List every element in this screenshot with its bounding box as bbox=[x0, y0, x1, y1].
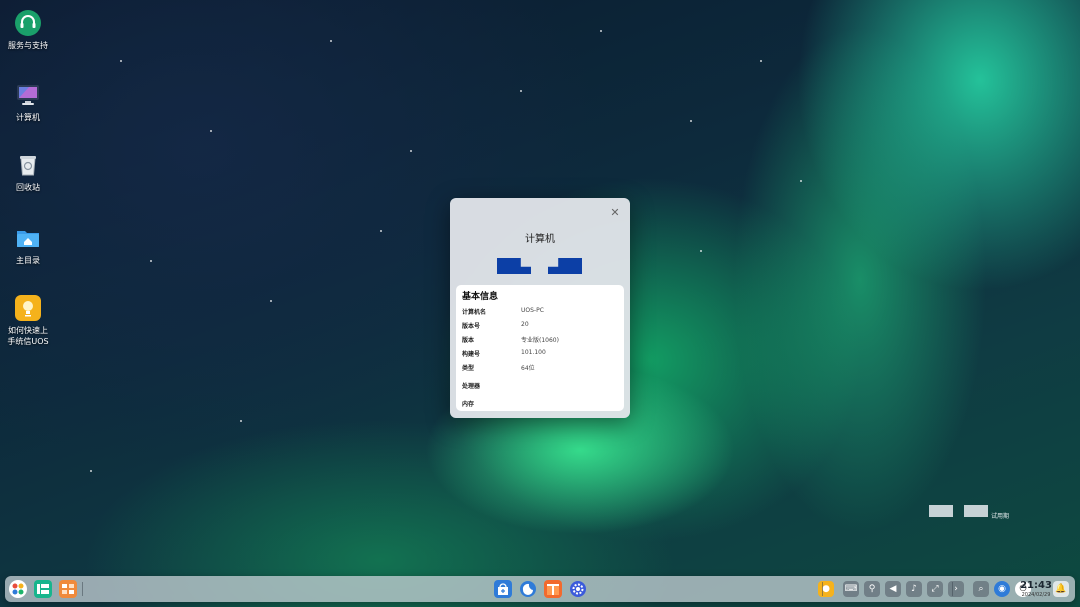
computer-monitor-icon bbox=[15, 82, 41, 108]
sound-output-button[interactable]: ◀ bbox=[885, 581, 901, 597]
taskbar-separator bbox=[952, 582, 953, 596]
speaker-icon: ◀ bbox=[889, 584, 897, 594]
desktop-item-label: 回收站 bbox=[16, 183, 40, 192]
assistant-button[interactable]: ◉ bbox=[994, 581, 1010, 597]
launcher-icon bbox=[12, 583, 24, 595]
info-value: 101.100 bbox=[521, 349, 546, 356]
package-icon bbox=[547, 584, 559, 595]
search-icon: ⌕ bbox=[978, 584, 984, 594]
info-key: 计算机名 bbox=[462, 309, 487, 316]
home-folder-icon bbox=[15, 225, 41, 251]
desktop-item-home[interactable]: 主目录 bbox=[0, 225, 56, 266]
launcher-button[interactable] bbox=[9, 580, 27, 598]
info-value: 20 bbox=[521, 321, 529, 328]
info-value: 64位 bbox=[521, 365, 535, 372]
info-value: 专业版(1060) bbox=[521, 337, 559, 344]
desktop-item-trash[interactable]: 回收站 bbox=[0, 152, 56, 193]
desktop-item-label: 主目录 bbox=[16, 256, 40, 265]
chevron-right-icon: › bbox=[954, 584, 958, 594]
section-title: 基本信息 bbox=[462, 292, 499, 302]
usb-button[interactable]: ⚲ bbox=[864, 581, 880, 597]
search-button[interactable]: ⌕ bbox=[973, 581, 989, 597]
desktop-item-support[interactable]: 服务与支持 bbox=[0, 10, 56, 51]
taskbar: ● ⌨ ⚲ ◀ ♪ ⤢ › ⌕ ◉ ⏻ 21:43 2024/02/29 🔔 bbox=[5, 576, 1075, 602]
multitask-view-icon bbox=[37, 584, 49, 594]
keyboard-button[interactable]: ⌨ bbox=[843, 581, 859, 597]
desktop-item-label: 如何快速上 手统信UOS bbox=[7, 326, 49, 346]
info-value: UOS-PC bbox=[521, 307, 544, 314]
close-icon: ✕ bbox=[610, 206, 620, 219]
tray-expand-button[interactable]: › bbox=[948, 581, 964, 597]
info-key: 构建号 bbox=[462, 351, 481, 358]
uos-logo-left-icon bbox=[497, 258, 531, 274]
volume-icon: ♪ bbox=[911, 584, 917, 594]
browser-button[interactable] bbox=[519, 580, 537, 598]
info-key: 处理器 bbox=[462, 383, 481, 390]
volume-button[interactable]: ♪ bbox=[906, 581, 922, 597]
basic-info-card: 基本信息 计算机名 UOS-PC 版本号 20 版本 专业版(1060) 构建号… bbox=[456, 285, 624, 411]
info-key: 类型 bbox=[462, 365, 475, 372]
assistant-icon: ◉ bbox=[998, 584, 1006, 594]
settings-button[interactable] bbox=[569, 580, 587, 598]
headset-support-icon bbox=[15, 10, 41, 36]
info-key: 版本号 bbox=[462, 323, 481, 330]
desktop-item-label: 计算机 bbox=[16, 113, 40, 122]
info-key: 内存 bbox=[462, 401, 475, 408]
clock-time[interactable]: 21:43 bbox=[1017, 580, 1055, 591]
app-grid-icon bbox=[62, 584, 74, 594]
info-key: 版本 bbox=[462, 337, 475, 344]
desktop-item-guide[interactable]: 如何快速上 手统信UOS bbox=[0, 295, 56, 347]
computer-info-dialog: ✕ 计算机 基本信息 计算机名 UOS-PC 版本号 20 版本 专业版(106… bbox=[450, 198, 630, 418]
bell-icon: 🔔 bbox=[1055, 584, 1067, 594]
clock-date[interactable]: 2024/02/29 bbox=[1017, 592, 1055, 598]
desktop-item-label: 服务与支持 bbox=[8, 41, 48, 50]
watermark-block bbox=[929, 505, 953, 517]
network-button[interactable]: ⤢ bbox=[927, 581, 943, 597]
notification-button[interactable]: 🔔 bbox=[1053, 581, 1069, 597]
taskbar-separator bbox=[82, 582, 83, 596]
network-icon: ⤢ bbox=[931, 584, 939, 594]
taskbar-separator bbox=[822, 582, 823, 596]
desktop-item-computer[interactable]: 计算机 bbox=[0, 82, 56, 123]
tray-app-button[interactable]: ● bbox=[818, 581, 834, 597]
app-store-button[interactable] bbox=[494, 580, 512, 598]
tray-app-icon: ● bbox=[822, 584, 830, 594]
watermark-block bbox=[964, 505, 988, 517]
gear-icon bbox=[570, 581, 586, 597]
close-button[interactable]: ✕ bbox=[608, 206, 622, 220]
lightbulb-guide-icon bbox=[15, 295, 41, 321]
keyboard-icon: ⌨ bbox=[844, 584, 858, 594]
uos-logo-right-icon bbox=[548, 258, 582, 274]
package-manager-button[interactable] bbox=[544, 580, 562, 598]
trash-bin-icon bbox=[15, 152, 41, 178]
app-store-icon bbox=[498, 583, 508, 595]
browser-icon bbox=[520, 581, 536, 597]
trial-watermark: 试用期 bbox=[991, 513, 1010, 520]
app-store-grid-button[interactable] bbox=[59, 580, 77, 598]
dialog-title: 计算机 bbox=[525, 234, 555, 245]
multitask-view-button[interactable] bbox=[34, 580, 52, 598]
usb-icon: ⚲ bbox=[868, 584, 876, 594]
